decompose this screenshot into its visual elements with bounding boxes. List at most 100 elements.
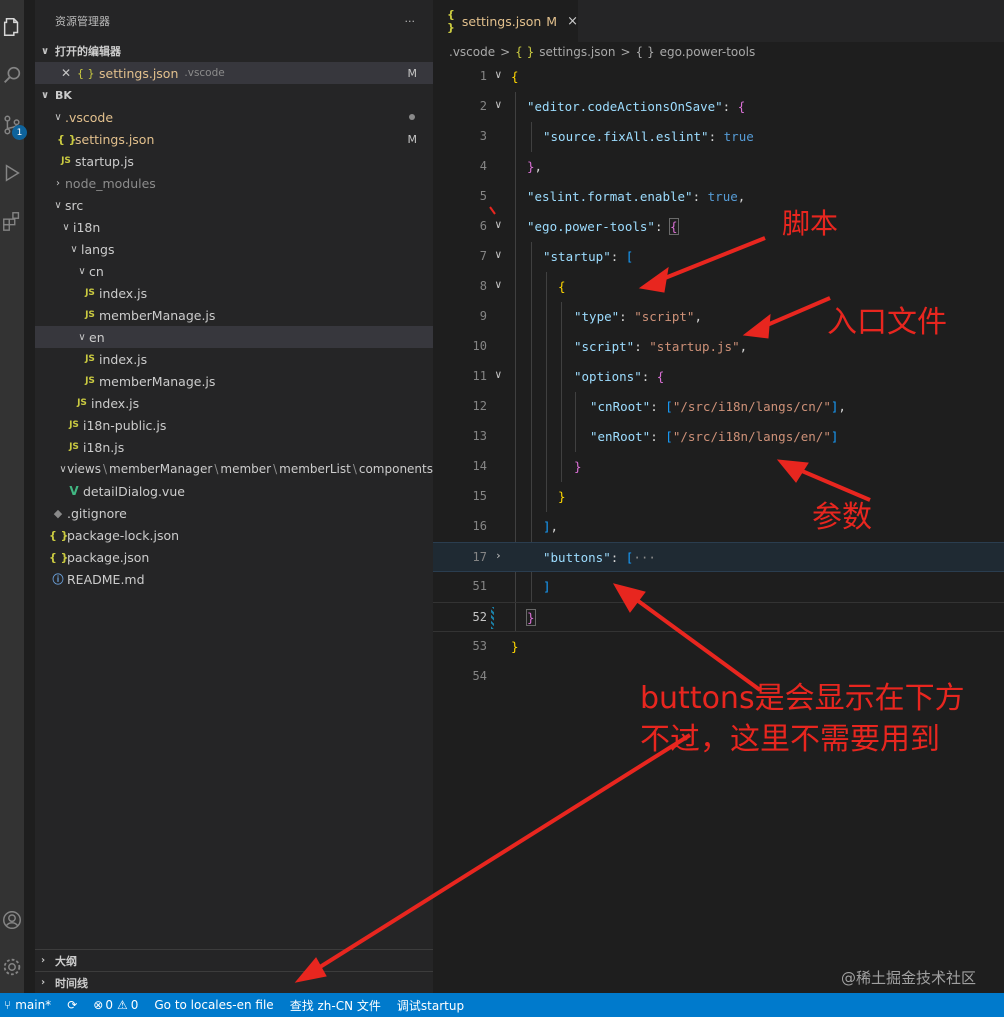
chevron-down-icon: ∨	[41, 45, 50, 57]
explorer-icon[interactable]	[0, 10, 24, 44]
code-text: "startup": [	[543, 249, 634, 264]
line-number: 16	[472, 519, 487, 533]
code-text: }	[526, 609, 536, 626]
js-file-icon: JS	[69, 420, 79, 430]
close-icon[interactable]: ×	[567, 14, 578, 29]
js-file-icon: JS	[85, 376, 95, 386]
code-line: 2 ∨ "editor.codeActionsOnSave": {	[433, 92, 1004, 122]
code-text: "enRoot": ["/src/i18n/langs/en/"]	[590, 429, 839, 444]
error-count: 0	[105, 998, 113, 1012]
fold-chevron-icon[interactable]: ∨	[495, 68, 502, 81]
line-number: 12	[472, 399, 487, 413]
breadcrumb: .vscode > { } settings.json > { } ego.po…	[433, 42, 1004, 62]
tree-item-detaildialog-vue[interactable]: V detailDialog.vue	[35, 480, 433, 502]
settings-gear-icon[interactable]	[0, 950, 24, 984]
json-file-icon: { }	[515, 45, 535, 59]
fold-chevron-icon[interactable]: ∨	[495, 98, 502, 111]
more-actions-icon[interactable]: ···	[405, 15, 416, 28]
modified-dot	[409, 114, 415, 120]
tree-item-i18n[interactable]: ∨ i18n	[35, 216, 433, 238]
code-text: },	[527, 159, 543, 174]
tree-item-vscode[interactable]: ∨ .vscode	[35, 106, 433, 128]
code-text: }	[511, 639, 519, 654]
line-number: 14	[472, 459, 487, 473]
status-find-zh-cn[interactable]: 查找 zh-CN 文件	[290, 997, 381, 1014]
chevron-down-icon: ∨	[54, 199, 62, 211]
search-icon[interactable]	[0, 58, 24, 92]
breadcrumb-file[interactable]: settings.json	[539, 45, 615, 59]
tree-item-views-path[interactable]: ∨ views \ memberManager \ member \ membe…	[35, 458, 433, 480]
fold-chevron-icon[interactable]: ∨	[495, 218, 502, 231]
file-tree: ∨ .vscode { } settings.json M JS startup…	[35, 106, 433, 590]
branch-name: main*	[15, 998, 52, 1012]
tree-item-i18n-public-js[interactable]: JS i18n-public.js	[35, 414, 433, 436]
tree-item-label: langs	[81, 241, 115, 257]
line-number: 13	[472, 429, 487, 443]
open-editors-section[interactable]: ∨ 打开的编辑器	[35, 40, 433, 62]
tree-item-package-lock-json[interactable]: { } package-lock.json	[35, 524, 433, 546]
breadcrumb-separator: >	[620, 45, 631, 59]
warning-count: 0	[130, 998, 139, 1012]
tree-item-gitignore[interactable]: ◆ .gitignore	[35, 502, 433, 524]
annotation-entry: 入口文件	[827, 305, 947, 340]
explorer-header: 资源管理器 ···	[35, 0, 433, 42]
tree-item-cn-index-js[interactable]: JS index.js	[35, 282, 433, 304]
fold-chevron-icon[interactable]: ∨	[495, 368, 502, 381]
tree-item-label: index.js	[99, 351, 148, 367]
breadcrumb-folder[interactable]: .vscode	[449, 45, 495, 59]
tree-item-langs-index-js[interactable]: JS index.js	[35, 392, 433, 414]
tree-item-label: README.md	[67, 571, 145, 587]
branch-status[interactable]: ⑂ main*	[4, 998, 51, 1012]
outline-section[interactable]: › 大纲	[35, 949, 433, 971]
tree-item-label: .gitignore	[67, 505, 127, 521]
run-debug-icon[interactable]	[0, 156, 24, 190]
tree-item-i18n-js[interactable]: JS i18n.js	[35, 436, 433, 458]
explorer-title: 资源管理器	[55, 15, 110, 28]
code-text: "buttons": [···	[543, 550, 656, 565]
line-number: 53	[472, 639, 487, 653]
tree-item-package-json[interactable]: { } package.json	[35, 546, 433, 568]
tree-item-node-modules[interactable]: › node_modules	[35, 172, 433, 194]
tree-item-label: member	[220, 462, 272, 476]
chevron-down-icon: ∨	[41, 89, 50, 101]
line-number: 8	[479, 279, 487, 293]
tab-label: settings.json	[461, 13, 542, 29]
open-editor-desc: .vscode	[184, 67, 225, 79]
tree-item-en-membermanage-js[interactable]: JS memberManage.js	[35, 370, 433, 392]
close-icon[interactable]: ✕	[61, 66, 77, 80]
sync-icon[interactable]: ⟳	[67, 998, 77, 1012]
code-line: 51 ]	[433, 572, 1004, 602]
tree-item-cn[interactable]: ∨ cn	[35, 260, 433, 282]
tree-item-cn-membermanage-js[interactable]: JS memberManage.js	[35, 304, 433, 326]
tree-item-langs[interactable]: ∨ langs	[35, 238, 433, 260]
problems-status[interactable]: ⊗ 0 ⚠ 0	[93, 998, 138, 1012]
tree-item-settings-json[interactable]: { } settings.json M	[35, 128, 433, 150]
tree-item-src[interactable]: ∨ src	[35, 194, 433, 216]
timeline-section[interactable]: › 时间线	[35, 971, 433, 993]
tree-item-readme-md[interactable]: ⓘ README.md	[35, 568, 433, 590]
line-number: 6	[479, 219, 487, 233]
workspace-root[interactable]: ∨ BK	[35, 84, 433, 106]
tree-item-label: views	[67, 462, 101, 476]
json-file-icon: { }	[77, 66, 95, 80]
modified-badge: M	[407, 66, 418, 80]
tree-item-startup-js[interactable]: JS startup.js	[35, 150, 433, 172]
fold-chevron-right-icon[interactable]: ›	[495, 549, 502, 562]
open-editor-item[interactable]: ✕ { } settings.json .vscode M	[35, 62, 433, 84]
fold-chevron-icon[interactable]: ∨	[495, 278, 502, 291]
tab-settings-json[interactable]: { } settings.json M ×	[433, 0, 578, 42]
object-icon: { }	[635, 45, 655, 59]
line-number: 5	[479, 189, 487, 203]
code-line: 11 ∨ "options": {	[433, 362, 1004, 392]
tree-item-en[interactable]: ∨ en	[35, 326, 433, 348]
fold-chevron-icon[interactable]: ∨	[495, 248, 502, 261]
tree-item-en-index-js[interactable]: JS index.js	[35, 348, 433, 370]
breadcrumb-symbol[interactable]: ego.power-tools	[660, 45, 756, 59]
code-text: "script": "startup.js",	[574, 339, 748, 354]
status-debug-startup[interactable]: 调试startup	[397, 997, 464, 1014]
extensions-icon[interactable]	[0, 204, 24, 238]
account-icon[interactable]	[0, 903, 24, 937]
tree-item-label: node_modules	[65, 175, 156, 191]
code-line: 1 ∨ {	[433, 62, 1004, 92]
status-go-to-locales-en[interactable]: Go to locales-en file	[154, 998, 273, 1012]
